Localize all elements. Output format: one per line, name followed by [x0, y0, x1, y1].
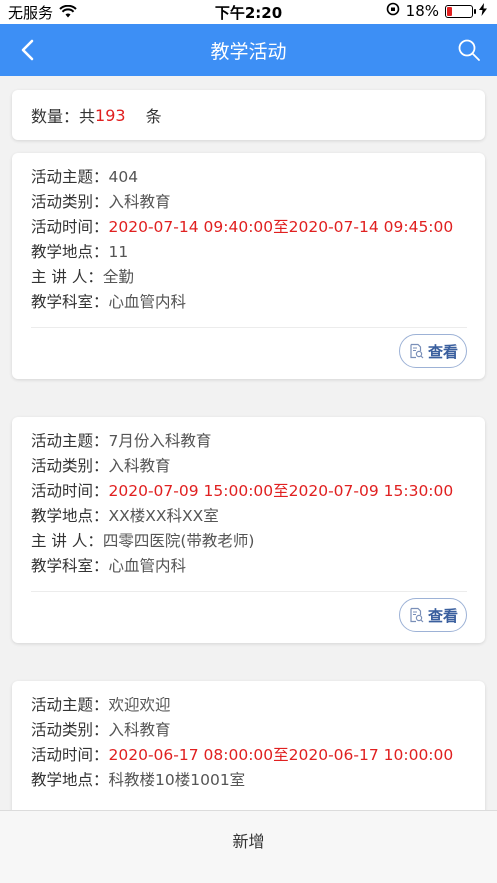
activity-department-row: 教学科室： 心血管内科 [31, 554, 467, 579]
department-value: 心血管内科 [108, 557, 187, 575]
category-label: 活动类别： [31, 721, 109, 739]
activity-card: 活动主题： 7月份入科教育 活动类别： 入科教育 活动时间： 2020-07-09 1… [12, 417, 485, 643]
search-icon [458, 39, 480, 61]
category-value: 入科教育 [108, 457, 171, 475]
view-button[interactable]: 查看 [399, 598, 467, 632]
activity-topic-row: 活动主题： 欢迎欢迎 [31, 693, 467, 718]
activity-card: 活动主题： 欢迎欢迎 活动类别： 入科教育 活动时间： 2020-06-17 08:0… [12, 681, 485, 810]
activity-speaker-row: 主 讲 人： 全勤 [31, 265, 467, 290]
topic-value: 404 [108, 168, 139, 186]
back-button[interactable] [14, 37, 40, 63]
category-label: 活动类别： [31, 193, 109, 211]
count-summary: 数量：共 193 条 [12, 90, 485, 140]
topic-label: 活动主题： [31, 432, 109, 450]
activity-time-row: 活动时间： 2020-06-17 08:00:00至2020-06-17 10:0… [31, 743, 467, 768]
add-button-label: 新增 [232, 832, 265, 851]
activity-location-row: 教学地点： 11 [31, 240, 467, 265]
battery-percent: 18% [405, 2, 439, 20]
location-value: 11 [108, 243, 129, 261]
card-footer: 查看 [31, 591, 467, 643]
activity-department-row: 教学科室： 心血管内科 [31, 290, 467, 315]
speaker-label: 主 讲 人： [31, 268, 103, 286]
activity-time-row: 活动时间： 2020-07-09 15:00:00至2020-07-09 15:3… [31, 479, 467, 504]
battery-fill [447, 6, 452, 16]
search-button[interactable] [455, 36, 483, 64]
document-search-icon [410, 607, 424, 623]
charging-bolt-icon [479, 2, 487, 20]
time-value: 2020-06-17 08:00:00至2020-06-17 10:00:00 [108, 746, 454, 764]
speaker-value: 全勤 [102, 268, 134, 286]
view-button-label: 查看 [427, 606, 458, 625]
activity-topic-row: 活动主题： 7月份入科教育 [31, 429, 467, 454]
speaker-value: 四零四医院(带教老师) [102, 532, 255, 550]
view-button-label: 查看 [427, 342, 458, 361]
add-button[interactable]: 新增 [0, 810, 497, 883]
category-value: 入科教育 [108, 193, 171, 211]
chevron-left-icon [21, 39, 34, 61]
department-label: 教学科室： [31, 557, 109, 575]
time-value: 2020-07-14 09:40:00至2020-07-14 09:45:00 [108, 218, 454, 236]
location-value: 科教楼10楼1001室 [108, 771, 246, 789]
status-bar: 无服务 下午2:20 18% [0, 0, 497, 24]
location-value: XX楼XX科XX室 [108, 507, 219, 525]
activity-location-row: 教学地点： 科教楼10楼1001室 [31, 768, 467, 793]
category-label: 活动类别： [31, 457, 109, 475]
topic-value: 7月份入科教育 [108, 432, 212, 450]
battery-icon [445, 4, 476, 18]
activity-category-row: 活动类别： 入科教育 [31, 718, 467, 743]
page-title: 教学活动 [210, 40, 287, 63]
activity-category-row: 活动类别： 入科教育 [31, 454, 467, 479]
department-value: 心血管内科 [108, 293, 187, 311]
count-unit: 条 [145, 107, 162, 126]
time-label: 活动时间： [31, 218, 109, 236]
time-value: 2020-07-09 15:00:00至2020-07-09 15:30:00 [108, 482, 454, 500]
location-label: 教学地点： [31, 507, 109, 525]
speaker-label: 主 讲 人： [31, 532, 103, 550]
topic-label: 活动主题： [31, 696, 109, 714]
time-label: 活动时间： [31, 482, 109, 500]
category-value: 入科教育 [108, 721, 171, 739]
activity-list[interactable]: 数量：共 193 条 活动主题： 404 活动类别： 入科教育 活动时间： 2020-07… [0, 76, 497, 810]
activity-speaker-row: 主 讲 人： 四零四医院(带教老师) [31, 529, 467, 554]
count-label: 数量：共 [31, 107, 96, 126]
activity-location-row: 教学地点： XX楼XX科XX室 [31, 504, 467, 529]
department-label: 教学科室： [31, 293, 109, 311]
activity-time-row: 活动时间： 2020-07-14 09:40:00至2020-07-14 09:4… [31, 215, 467, 240]
orientation-lock-icon [386, 2, 400, 20]
topic-label: 活动主题： [31, 168, 109, 186]
nav-bar: 教学活动 [0, 24, 497, 76]
status-right: 18% [386, 2, 487, 20]
view-button[interactable]: 查看 [399, 334, 467, 368]
count-value: 193 [95, 105, 126, 125]
document-search-icon [410, 343, 424, 359]
topic-value: 欢迎欢迎 [108, 696, 171, 714]
time-label: 活动时间： [31, 746, 109, 764]
location-label: 教学地点： [31, 771, 109, 789]
activity-category-row: 活动类别： 入科教育 [31, 190, 467, 215]
activity-card: 活动主题： 404 活动类别： 入科教育 活动时间： 2020-07-14 09:40… [12, 153, 485, 379]
card-footer: 查看 [31, 327, 467, 379]
activity-topic-row: 活动主题： 404 [31, 165, 467, 190]
location-label: 教学地点： [31, 243, 109, 261]
